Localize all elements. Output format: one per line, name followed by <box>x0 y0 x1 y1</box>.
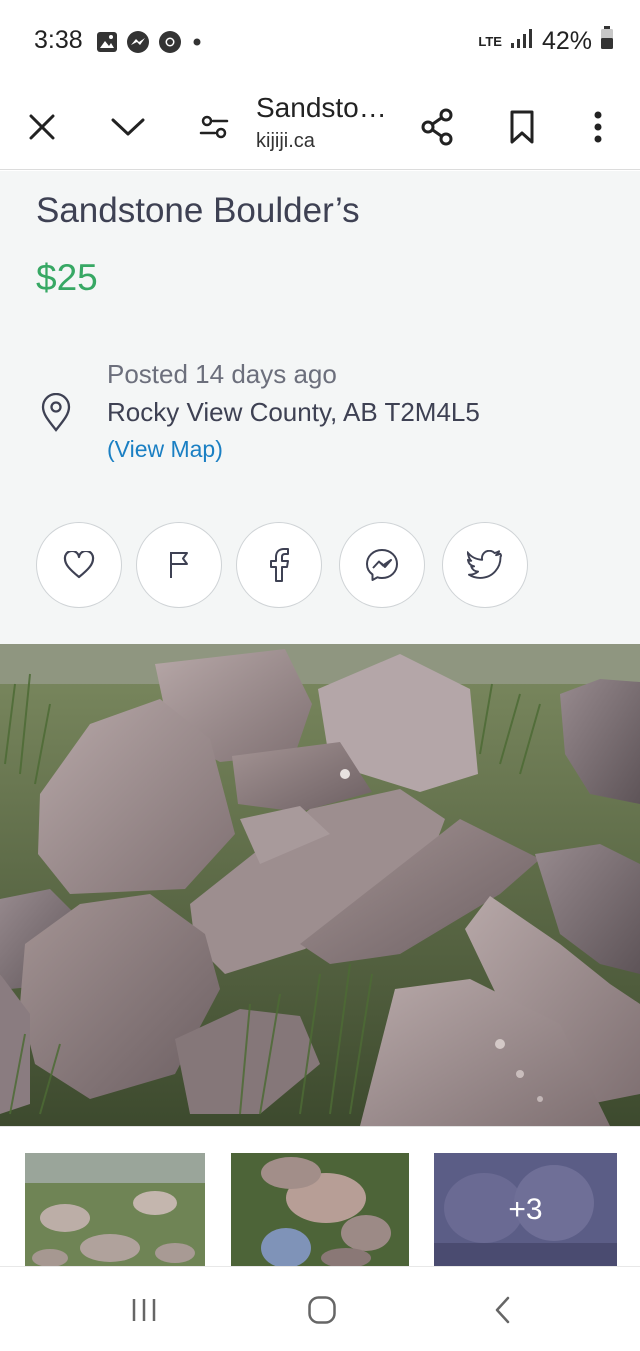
page-title[interactable]: Sandstone Boulder’s <box>256 92 396 124</box>
action-buttons <box>0 522 640 610</box>
status-bar: 3:38 LTE 42% <box>0 0 640 84</box>
sandstone-boulders-image <box>0 644 640 1126</box>
page-settings-button[interactable] <box>182 84 246 170</box>
system-navigation-bar <box>0 1266 640 1351</box>
listing-price: $25 <box>36 257 98 298</box>
close-icon <box>29 114 55 140</box>
chevron-down-icon <box>111 118 145 136</box>
recent-apps-button[interactable] <box>94 1267 194 1351</box>
battery-percent: 42% <box>541 27 592 55</box>
share-facebook-button[interactable] <box>236 522 322 608</box>
thumbnail-more[interactable]: +3 <box>434 1153 617 1267</box>
battery-icon <box>600 26 614 57</box>
more-vertical-icon <box>594 111 602 143</box>
twitter-icon <box>467 550 503 579</box>
location-pin-icon <box>40 392 72 438</box>
signal-icon <box>510 27 534 56</box>
messenger-notification-icon <box>126 30 150 54</box>
share-twitter-button[interactable] <box>442 522 528 608</box>
listing-title: Sandstone Boulder’s <box>36 191 360 230</box>
lte-label: LTE <box>478 33 502 49</box>
page-domain[interactable]: kijiji.ca <box>256 130 315 153</box>
minimize-button[interactable] <box>96 84 160 170</box>
favourite-button[interactable] <box>36 522 122 608</box>
facebook-icon <box>270 548 289 582</box>
bookmark-button[interactable] <box>490 84 554 170</box>
listing-details: Sandstone Boulder’s $25 Posted 14 days a… <box>0 171 640 644</box>
listing-main-photo[interactable] <box>0 644 640 1126</box>
bookmark-icon <box>510 110 534 144</box>
flag-icon <box>170 552 188 578</box>
status-right: LTE 42% <box>478 26 614 57</box>
more-photos-count: +3 <box>508 1193 543 1226</box>
report-button[interactable] <box>136 522 222 608</box>
gallery-icon <box>96 31 118 53</box>
back-icon <box>495 1296 510 1323</box>
thumbnail-2[interactable] <box>231 1153 409 1267</box>
share-messenger-button[interactable] <box>339 522 425 608</box>
sliders-icon <box>199 115 229 139</box>
home-button[interactable] <box>272 1267 372 1351</box>
recent-apps-icon <box>132 1298 156 1321</box>
share-icon <box>421 108 453 146</box>
dot-icon <box>190 35 204 49</box>
back-button[interactable] <box>452 1267 552 1351</box>
close-button[interactable] <box>10 84 74 170</box>
chrome-icon <box>158 30 182 54</box>
thumbnail-image <box>25 1153 205 1267</box>
home-icon <box>308 1295 336 1324</box>
thumbnail-1[interactable] <box>25 1153 205 1267</box>
thumbnail-image <box>231 1153 409 1267</box>
share-button[interactable] <box>405 84 469 170</box>
messenger-icon <box>366 549 398 581</box>
status-time: 3:38 <box>34 26 83 54</box>
browser-toolbar: Sandstone Boulder’s kijiji.ca <box>0 84 640 170</box>
heart-icon <box>63 551 95 579</box>
notification-icons <box>96 30 204 54</box>
more-options-button[interactable] <box>566 84 630 170</box>
view-map-link[interactable]: (View Map) <box>107 436 223 463</box>
listing-address: Rocky View County, AB T2M4L5 <box>107 397 480 427</box>
posted-date: Posted 14 days ago <box>107 359 337 389</box>
gallery-thumbnails: +3 <box>0 1126 640 1267</box>
